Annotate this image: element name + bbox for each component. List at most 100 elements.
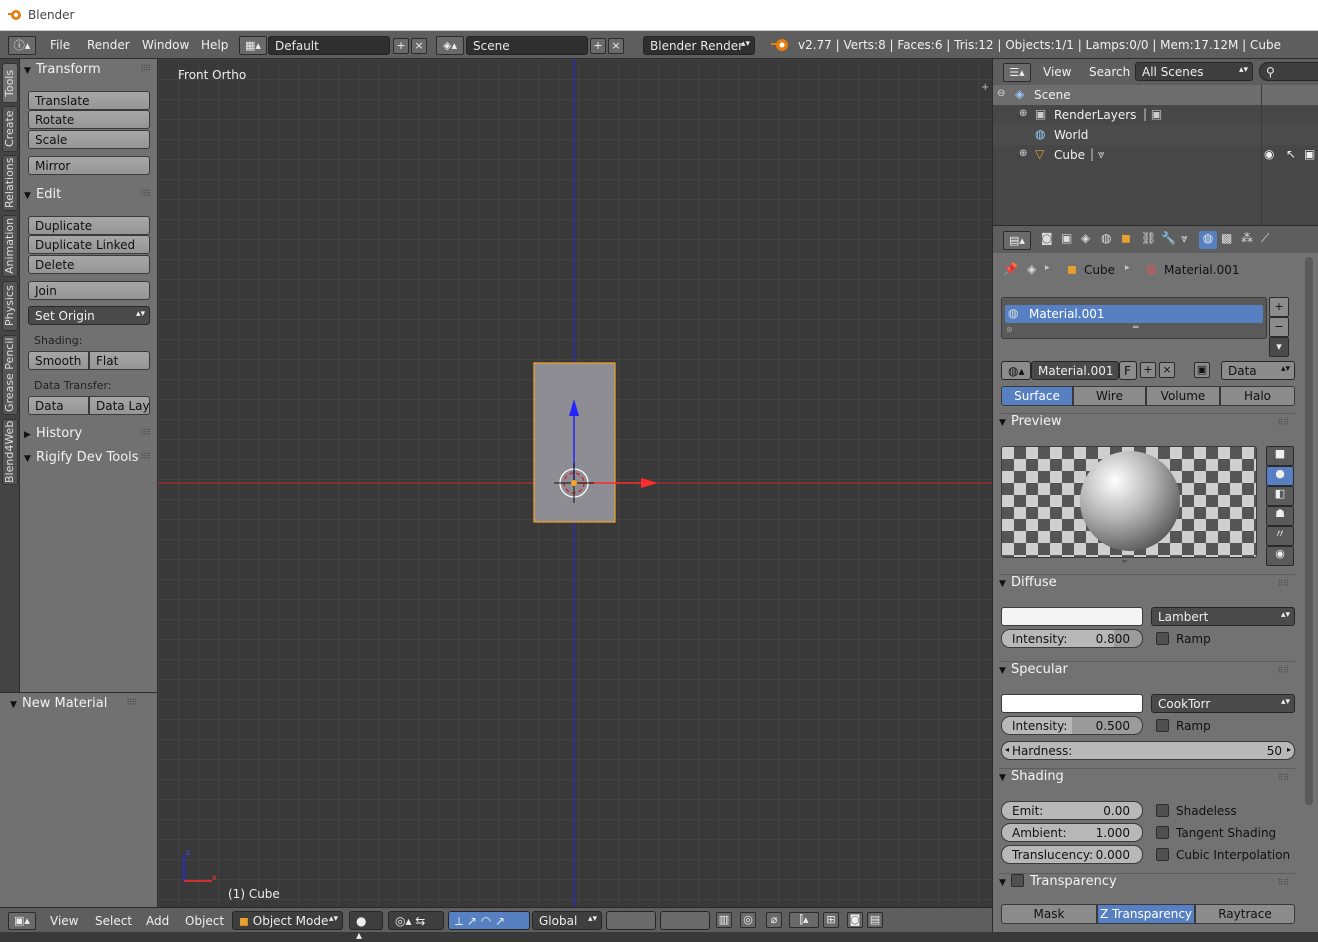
editor-type-info-icon[interactable]: ⓘ▴ bbox=[8, 36, 36, 55]
material-name-field[interactable]: Material.001 bbox=[1031, 361, 1119, 380]
scene-tab-icon[interactable]: ◈ bbox=[1081, 231, 1090, 245]
rotate-button[interactable]: Rotate bbox=[28, 110, 150, 129]
mirror-button[interactable]: Mirror bbox=[28, 156, 150, 175]
data-layout-button[interactable]: Data Layo bbox=[89, 396, 150, 415]
material-tab-icon[interactable]: ◍ bbox=[1199, 231, 1217, 249]
menu-view[interactable]: View bbox=[50, 914, 78, 928]
tab-halo[interactable]: Halo bbox=[1220, 386, 1295, 406]
layer-buttons-1[interactable] bbox=[606, 911, 656, 930]
menu-render[interactable]: Render bbox=[87, 38, 130, 52]
outliner-row-cube[interactable]: ⊕ ▽ Cube | ⩔ ◉ ↖ ▣ bbox=[993, 145, 1318, 165]
preview-plane-icon[interactable]: ■ bbox=[1266, 446, 1294, 466]
properties-scrollbar[interactable] bbox=[1305, 257, 1313, 805]
layout-screen-icon[interactable]: ▦▴ bbox=[239, 36, 267, 55]
hardness-field[interactable]: Hardness: 50 ◂ ▸ bbox=[1001, 741, 1295, 760]
object-tab-icon[interactable]: ◼ bbox=[1121, 231, 1131, 245]
duplicate-linked-button[interactable]: Duplicate Linked bbox=[28, 235, 150, 254]
layer-buttons-2[interactable] bbox=[660, 911, 710, 930]
link-dropdown[interactable]: Data ▴▾ bbox=[1221, 361, 1295, 380]
node-material-icon[interactable]: ▣ bbox=[1194, 362, 1210, 378]
specular-shader-dropdown[interactable]: CookTorr ▴▾ bbox=[1151, 694, 1295, 713]
new-material-icon[interactable]: + bbox=[1140, 362, 1156, 378]
scene-icon[interactable]: ◈▴ bbox=[436, 36, 464, 55]
particles-tab-icon[interactable]: ⁂ bbox=[1241, 231, 1253, 245]
editor-type-3d-icon[interactable]: ▣▴ bbox=[8, 912, 36, 930]
proportional-edit-icon[interactable]: ◎ bbox=[740, 912, 756, 928]
tab-volume[interactable]: Volume bbox=[1146, 386, 1220, 406]
menu-add[interactable]: Add bbox=[146, 914, 169, 928]
pivot-point-buttons[interactable]: ◎▴ ⇆ bbox=[388, 911, 444, 930]
menu-select[interactable]: Select bbox=[95, 914, 132, 928]
outliner-search-input[interactable]: ⚲ bbox=[1259, 62, 1318, 81]
mode-dropdown[interactable]: ◼ Object Mode ▴▾ bbox=[232, 911, 343, 930]
slot-specials-icon[interactable]: ▾ bbox=[1269, 337, 1289, 357]
grip-icon[interactable]: ⠿⠿ bbox=[140, 452, 151, 461]
tab-physics[interactable]: Physics bbox=[2, 281, 18, 331]
tab-blend4web[interactable]: Blend4Web bbox=[2, 419, 18, 485]
render-opengl-icon[interactable]: ◙ bbox=[847, 912, 863, 928]
texture-tab-icon[interactable]: ▩ bbox=[1221, 231, 1232, 245]
add-layout-icon[interactable]: + bbox=[393, 38, 409, 54]
transparency-checkbox[interactable] bbox=[1011, 874, 1024, 887]
render-engine-dropdown[interactable]: Blender Render ▴▾ bbox=[643, 36, 755, 55]
preview-type-buttons[interactable]: ■ ● ◧ ☗ 〃 ◉ bbox=[1266, 446, 1296, 566]
editor-type-properties-icon[interactable]: ▤▴ bbox=[1003, 231, 1031, 250]
add-scene-icon[interactable]: + bbox=[590, 38, 606, 54]
tangent-shading-checkbox[interactable] bbox=[1156, 826, 1169, 839]
physics-tab-icon[interactable]: ⟋ bbox=[1261, 231, 1269, 246]
grip-icon[interactable]: ⠿⠿ bbox=[140, 189, 151, 198]
new-material-panel-header[interactable]: ▼ New Material ⠿⠿ bbox=[10, 696, 142, 716]
preview-monkey-icon[interactable]: ☗ bbox=[1266, 506, 1294, 526]
orientation-dropdown[interactable]: Global ▴▾ bbox=[532, 911, 602, 930]
translucency-field[interactable]: Translucency: 0.000 bbox=[1001, 845, 1143, 864]
preview-cube-icon[interactable]: ◧ bbox=[1266, 486, 1294, 506]
grip-icon[interactable]: ⠿⠿ bbox=[126, 698, 137, 707]
scale-button[interactable]: Scale bbox=[28, 130, 150, 149]
specular-ramp-checkbox[interactable] bbox=[1156, 719, 1169, 732]
transparency-raytrace-tab[interactable]: Raytrace bbox=[1195, 904, 1295, 924]
tab-relations[interactable]: Relations bbox=[2, 155, 18, 211]
expand-icon[interactable]: ⊕ bbox=[1019, 148, 1027, 159]
data-tab-icon[interactable]: ⩔ bbox=[1181, 231, 1188, 246]
pin-icon[interactable]: 📌 bbox=[1003, 262, 1018, 276]
tab-tools[interactable]: Tools bbox=[2, 63, 18, 103]
tab-surface[interactable]: Surface bbox=[1001, 386, 1073, 406]
material-browse-icon[interactable]: ◍▴ bbox=[1001, 361, 1031, 380]
remove-scene-icon[interactable]: × bbox=[608, 38, 624, 54]
constraints-tab-icon[interactable]: ⛓ bbox=[1141, 231, 1156, 245]
menu-file[interactable]: File bbox=[50, 38, 70, 52]
outliner-row-renderlayers[interactable]: ⊕ ▣ RenderLayers | ▣ bbox=[993, 105, 1318, 125]
unlink-material-icon[interactable]: × bbox=[1159, 362, 1175, 378]
editor-type-outliner-icon[interactable]: ☰▴ bbox=[1003, 63, 1031, 82]
tab-grease-pencil[interactable]: Grease Pencil bbox=[2, 335, 18, 415]
list-resize-icon[interactable]: ⊕ bbox=[1006, 325, 1013, 334]
diffuse-intensity-slider[interactable]: Intensity: 0.800 bbox=[1001, 629, 1143, 648]
emit-field[interactable]: Emit: 0.00 bbox=[1001, 801, 1143, 820]
preview-resize-icon[interactable]: ═ bbox=[1122, 557, 1127, 566]
snap-element-icon[interactable]: ⫿▴ bbox=[789, 912, 819, 928]
duplicate-button[interactable]: Duplicate bbox=[28, 216, 150, 235]
outliner-display-dropdown[interactable]: All Scenes ▴▾ bbox=[1135, 62, 1253, 81]
grip-icon[interactable]: ⠿⠿ bbox=[140, 428, 151, 437]
outliner[interactable]: ⊖ ◈ Scene ⊕ ▣ RenderLayers | ▣ ◍ World ⊕… bbox=[992, 85, 1318, 225]
menu-help[interactable]: Help bbox=[201, 38, 228, 52]
preview-sky-icon[interactable]: ◉ bbox=[1266, 546, 1294, 566]
viewport-shading-dropdown[interactable]: ● ▴ bbox=[349, 911, 383, 942]
list-grip-icon[interactable]: ═ bbox=[1133, 323, 1138, 333]
shading-panel-header[interactable]: ▼ Shading ⠿⠿ bbox=[999, 768, 1295, 790]
specular-panel-header[interactable]: ▼ Specular ⠿⠿ bbox=[999, 661, 1295, 683]
data-button[interactable]: Data bbox=[28, 396, 89, 415]
smooth-button[interactable]: Smooth bbox=[28, 351, 89, 370]
snap-icon[interactable]: ⌀ bbox=[766, 912, 782, 928]
grip-icon[interactable]: ⠿⠿ bbox=[1277, 418, 1289, 427]
diffuse-panel-header[interactable]: ▼ Diffuse ⠿⠿ bbox=[999, 574, 1295, 596]
layout-field[interactable]: Default bbox=[268, 36, 390, 55]
history-panel-header[interactable]: ▶ History ⠿⠿ bbox=[24, 426, 156, 446]
transparency-mask-tab[interactable]: Mask bbox=[1001, 904, 1097, 924]
render-tab-icon[interactable]: ◙ bbox=[1041, 231, 1053, 245]
render-animation-icon[interactable]: ▤ bbox=[867, 912, 883, 928]
ambient-field[interactable]: Ambient: 1.000 bbox=[1001, 823, 1143, 842]
lock-camera-icon[interactable]: ▥ bbox=[716, 912, 732, 928]
outliner-row-world[interactable]: ◍ World bbox=[993, 125, 1318, 145]
world-tab-icon[interactable]: ◍ bbox=[1101, 231, 1111, 245]
